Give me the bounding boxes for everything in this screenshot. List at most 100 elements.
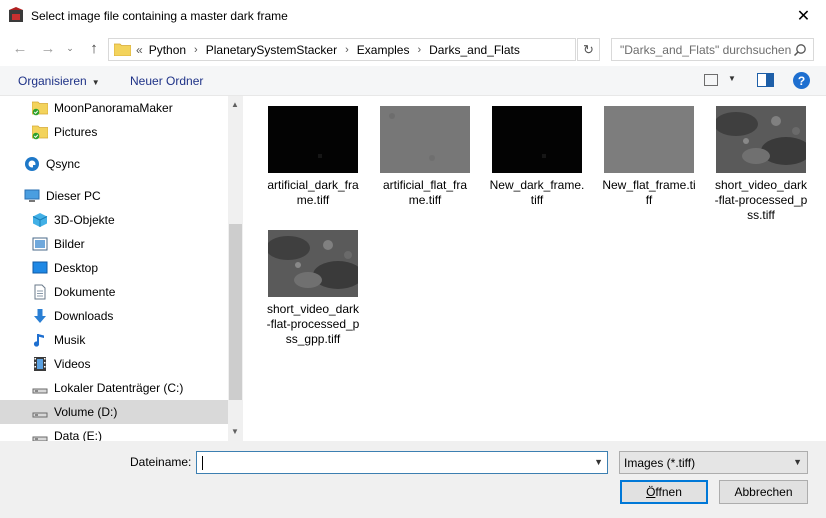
- file-item[interactable]: New_flat_frame.ti ff: [598, 96, 700, 218]
- title-bar: Select image file containing a master da…: [0, 0, 826, 32]
- file-name: artificial_flat_fra me.tiff: [382, 178, 468, 207]
- image-thumbnail: [604, 106, 694, 173]
- scroll-down-icon[interactable]: ▼: [231, 427, 239, 436]
- filename-label: Dateiname:: [130, 455, 192, 469]
- sidebar-item[interactable]: Lokaler Datenträger (C:): [0, 376, 228, 400]
- dialog-footer: Dateiname: ▼ Images (*.tiff) ▼ Öffnen Ab…: [0, 441, 826, 518]
- drive-icon: [32, 380, 48, 396]
- file-name: short_video_dark -flat-processed_p ss_gpp.…: [266, 302, 360, 346]
- file-item[interactable]: artificial_flat_fra me.tiff: [374, 96, 476, 218]
- sidebar-scrollbar[interactable]: ▲ ▼: [228, 96, 243, 441]
- folder-sync-icon: [32, 100, 48, 116]
- file-type-value: Images (*.tiff): [624, 456, 696, 470]
- sidebar-item[interactable]: Downloads: [0, 304, 228, 328]
- organize-label: Organisieren: [18, 74, 87, 88]
- chevron-down-icon: ▼: [91, 78, 100, 87]
- downloads-icon: [32, 308, 48, 324]
- view-mode-icon[interactable]: [704, 74, 718, 86]
- new-folder-button[interactable]: Neuer Ordner: [130, 74, 203, 88]
- chevron-down-icon: ▼: [793, 457, 802, 467]
- folder-sync-icon: [32, 124, 48, 140]
- cube-icon: [32, 212, 48, 228]
- sidebar-item-label: MoonPanoramaMaker: [54, 101, 173, 115]
- image-thumbnail: [714, 106, 811, 173]
- sidebar-item[interactable]: Dieser PC: [0, 184, 228, 208]
- music-icon: [32, 332, 48, 348]
- sidebar-item[interactable]: Bilder: [0, 232, 228, 256]
- up-folder-button[interactable]: ↑: [85, 39, 103, 57]
- documents-icon: [32, 284, 48, 300]
- image-thumbnail: [380, 106, 470, 173]
- command-toolbar: Organisieren ▼ Neuer Ordner ▼ ?: [0, 66, 826, 96]
- sidebar-item[interactable]: Qsync: [0, 152, 228, 176]
- back-button[interactable]: ←: [10, 39, 30, 57]
- file-name: short_video_dark -flat-processed_p ss.tiff: [714, 178, 808, 222]
- search-input[interactable]: "Darks_and_Flats" durchsuchen: [611, 38, 814, 61]
- file-list: artificial_dark_fra me.tiff artificial_fla…: [243, 96, 826, 441]
- breadcrumb-overflow[interactable]: «: [136, 43, 143, 57]
- computer-icon: [24, 188, 40, 204]
- drive-icon: [32, 428, 48, 441]
- sidebar-item-label: Dokumente: [54, 285, 116, 299]
- organize-menu[interactable]: Organisieren ▼: [18, 74, 100, 88]
- breadcrumb-chevron-icon[interactable]: ›: [345, 44, 349, 56]
- sidebar-item-label: Data (E:): [54, 429, 103, 441]
- forward-button[interactable]: →: [38, 39, 58, 57]
- image-thumbnail: [268, 106, 358, 173]
- navigation-pane: ▲ ▼ MoonPanoramaMaker Pictures Qsync Dieser…: [0, 96, 243, 441]
- file-item[interactable]: artificial_dark_fra me.tiff: [262, 96, 364, 218]
- sidebar-item-label: 3D-Objekte: [54, 213, 115, 227]
- image-thumbnail: [492, 106, 582, 173]
- sidebar-item-label: Dieser PC: [46, 189, 101, 203]
- open-button[interactable]: Öffnen: [620, 480, 708, 504]
- qsync-icon: [24, 156, 40, 172]
- sidebar-item-label: Qsync: [46, 157, 81, 171]
- sidebar-item[interactable]: Videos: [0, 352, 228, 376]
- sidebar-item-label: Bilder: [54, 237, 85, 251]
- navigation-bar: ← → ⌄ ↑ « Python › PlanetarySystemStacke…: [0, 32, 826, 66]
- filename-input[interactable]: ▼: [196, 451, 608, 474]
- help-icon[interactable]: ?: [793, 72, 810, 89]
- refresh-button[interactable]: ↻: [577, 38, 600, 61]
- sidebar-item[interactable]: MoonPanoramaMaker: [0, 96, 228, 120]
- sidebar-item[interactable]: Volume (D:): [0, 400, 228, 424]
- sidebar-item[interactable]: Desktop: [0, 256, 228, 280]
- sidebar-item[interactable]: Musik: [0, 328, 228, 352]
- sidebar-item-label: Pictures: [54, 125, 98, 139]
- file-item[interactable]: short_video_dark -flat-processed_p ss_gpp.…: [262, 220, 364, 346]
- search-placeholder: "Darks_and_Flats" durchsuchen: [620, 42, 792, 57]
- file-name: New_dark_frame. tiff: [489, 178, 585, 207]
- breadcrumb-python[interactable]: Python: [149, 43, 186, 57]
- desktop-icon: [32, 260, 48, 276]
- breadcrumb-chevron-icon[interactable]: ›: [194, 44, 198, 56]
- cancel-button[interactable]: Abbrechen: [719, 480, 808, 504]
- sidebar-item-label: Videos: [54, 357, 91, 371]
- sidebar-item-label: Musik: [54, 333, 86, 347]
- scroll-up-icon[interactable]: ▲: [231, 100, 239, 109]
- pictures-icon: [32, 236, 48, 252]
- app-icon: [9, 7, 23, 22]
- breadcrumb-examples[interactable]: Examples: [357, 43, 410, 57]
- sidebar-item-label: Downloads: [54, 309, 114, 323]
- folder-icon: [114, 43, 131, 56]
- breadcrumb-planetarysystemstacker[interactable]: PlanetarySystemStacker: [206, 43, 337, 57]
- address-bar[interactable]: « Python › PlanetarySystemStacker › Exam…: [108, 38, 670, 61]
- sidebar-item[interactable]: 3D-Objekte: [0, 208, 228, 232]
- close-button[interactable]: ✕: [781, 0, 826, 31]
- sidebar-item[interactable]: Pictures: [0, 120, 228, 144]
- search-icon[interactable]: [793, 43, 807, 57]
- file-type-select[interactable]: Images (*.tiff) ▼: [619, 451, 808, 474]
- sidebar-item[interactable]: Data (E:): [0, 424, 228, 441]
- recent-locations-button[interactable]: ⌄: [63, 39, 77, 57]
- file-item[interactable]: New_dark_frame. tiff: [486, 96, 588, 218]
- breadcrumb-darks-and-flats[interactable]: Darks_and_Flats: [429, 43, 520, 57]
- file-name: New_flat_frame.ti ff: [602, 178, 696, 207]
- file-item[interactable]: short_video_dark -flat-processed_p ss.tiff: [710, 96, 812, 222]
- preview-pane-icon[interactable]: [757, 73, 774, 87]
- file-name: artificial_dark_fra me.tiff: [267, 178, 359, 207]
- breadcrumb-chevron-icon[interactable]: ›: [417, 44, 421, 56]
- scrollbar-thumb[interactable]: [229, 224, 242, 400]
- filename-dropdown-icon[interactable]: ▼: [594, 457, 603, 467]
- sidebar-item[interactable]: Dokumente: [0, 280, 228, 304]
- view-chevron-down-icon[interactable]: ▼: [728, 74, 736, 83]
